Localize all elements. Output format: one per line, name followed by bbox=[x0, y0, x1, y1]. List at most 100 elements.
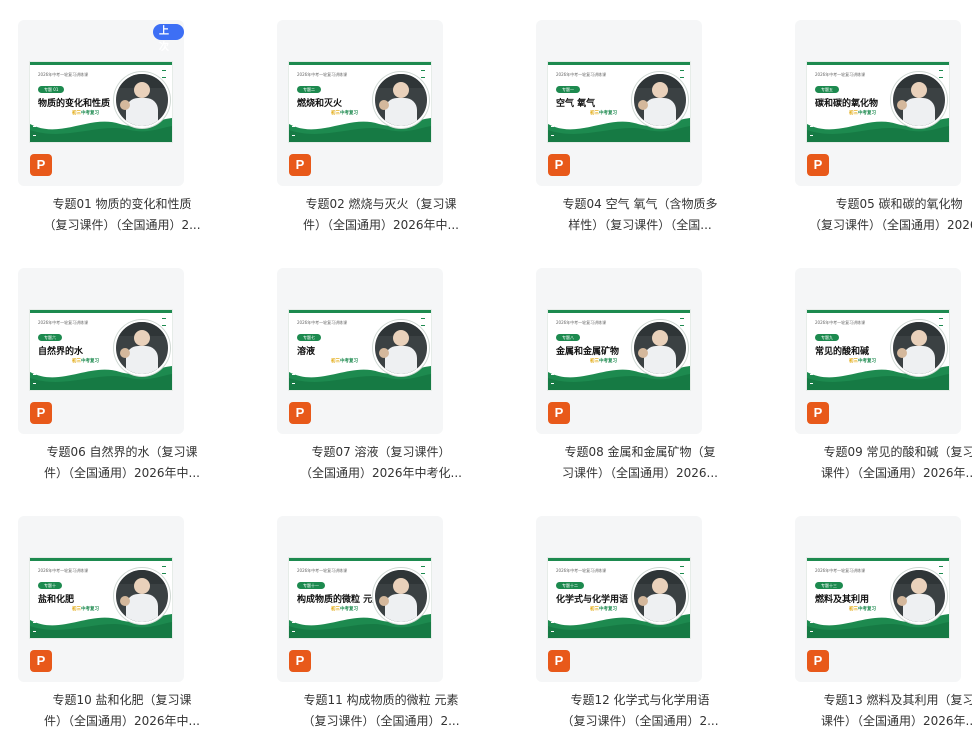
file-grid: 2026年中考一轮复习讲练课 专题 01 物质的变化和性质 初三中考复习 P 上… bbox=[0, 0, 972, 749]
file-thumbnail-card[interactable]: 2026年中考一轮复习讲练课 专题八 金属和金属矿物 初三中考复习 P bbox=[536, 268, 702, 434]
file-thumbnail-card[interactable]: 2026年中考一轮复习讲练课 专题十一 构成物质的微粒 元素 初三中考复习 P bbox=[277, 516, 443, 682]
slide-topic-chip: 专题二 bbox=[297, 86, 321, 93]
slide-photo bbox=[373, 568, 429, 624]
slide-preview: 2026年中考一轮复习讲练课 专题七 溶液 初三中考复习 bbox=[289, 310, 431, 390]
ppt-file-icon: P bbox=[807, 402, 829, 424]
slide-corner-icon bbox=[292, 126, 295, 136]
slide-corner-icon bbox=[33, 374, 36, 384]
file-tile[interactable]: 2026年中考一轮复习讲练课 专题九 常见的酸和碱 初三中考复习 P 专题09 … bbox=[795, 268, 972, 498]
slide-topic-chip: 专题十二 bbox=[556, 582, 584, 589]
file-name-caption[interactable]: 专题12 化学式与化学用语 （复习课件）（全国通用）2... bbox=[536, 690, 744, 732]
slide-corner-icon bbox=[33, 622, 36, 632]
file-thumbnail-card[interactable]: 2026年中考一轮复习讲练课 专题十二 化学式与化学用语 初三中考复习 P bbox=[536, 516, 702, 682]
file-tile[interactable]: 2026年中考一轮复习讲练课 专题八 金属和金属矿物 初三中考复习 P 专题08… bbox=[536, 268, 766, 498]
slide-preview: 2026年中考一轮复习讲练课 专题八 金属和金属矿物 初三中考复习 bbox=[548, 310, 690, 390]
slide-photo bbox=[632, 568, 688, 624]
slide-topline: 2026年中考一轮复习讲练课 bbox=[297, 72, 348, 77]
file-name-caption[interactable]: 专题10 盐和化肥（复习课 件）（全国通用）2026年中... bbox=[18, 690, 226, 732]
slide-topic-chip: 专题五 bbox=[815, 86, 839, 93]
slide-title: 空气 氧气 bbox=[556, 99, 596, 109]
file-thumbnail-card[interactable]: 2026年中考一轮复习讲练课 专题十 盐和化肥 初三中考复习 P bbox=[18, 516, 184, 682]
slide-topic-chip: 专题七 bbox=[297, 334, 321, 341]
slide-preview: 2026年中考一轮复习讲练课 专题十三 燃料及其利用 初三中考复习 bbox=[807, 558, 949, 638]
slide-preview: 2026年中考一轮复习讲练课 专题九 常见的酸和碱 初三中考复习 bbox=[807, 310, 949, 390]
slide-subtitle: 初三中考复习 bbox=[72, 607, 99, 612]
slide-topline: 2026年中考一轮复习讲练课 bbox=[297, 568, 348, 573]
slide-top-bar bbox=[548, 310, 690, 313]
slide-subtitle: 初三中考复习 bbox=[72, 111, 99, 116]
slide-corner-icon bbox=[551, 126, 554, 136]
file-tile[interactable]: 2026年中考一轮复习讲练课 专题十 盐和化肥 初三中考复习 P 专题10 盐和… bbox=[18, 516, 248, 746]
slide-corner-icon bbox=[810, 126, 813, 136]
slide-photo bbox=[373, 320, 429, 376]
slide-photo bbox=[632, 72, 688, 128]
slide-subtitle: 初三中考复习 bbox=[590, 359, 617, 364]
slide-topline: 2026年中考一轮复习讲练课 bbox=[815, 72, 866, 77]
ppt-file-icon: P bbox=[30, 154, 52, 176]
file-name-caption[interactable]: 专题09 常见的酸和碱（复习 课件）（全国通用）2026年... bbox=[795, 442, 972, 484]
slide-title: 金属和金属矿物 bbox=[556, 347, 620, 357]
file-tile[interactable]: 2026年中考一轮复习讲练课 专题一 空气 氧气 初三中考复习 P 专题04 空… bbox=[536, 20, 766, 250]
slide-topic-chip: 专题十 bbox=[38, 582, 62, 589]
file-tile[interactable]: 2026年中考一轮复习讲练课 专题五 碳和碳的氧化物 初三中考复习 P 专题05… bbox=[795, 20, 972, 250]
slide-topline: 2026年中考一轮复习讲练课 bbox=[297, 320, 348, 325]
slide-topic-chip: 专题 01 bbox=[38, 86, 65, 93]
file-tile[interactable]: 2026年中考一轮复习讲练课 专题十三 燃料及其利用 初三中考复习 P 专题13… bbox=[795, 516, 972, 746]
slide-corner-icon bbox=[551, 622, 554, 632]
file-name-caption[interactable]: 专题01 物质的变化和性质 （复习课件）（全国通用）2... bbox=[18, 194, 226, 236]
slide-subtitle: 初三中考复习 bbox=[331, 607, 358, 612]
slide-topline: 2026年中考一轮复习讲练课 bbox=[815, 320, 866, 325]
file-name-caption[interactable]: 专题08 金属和金属矿物（复 习课件）（全国通用）2026... bbox=[536, 442, 744, 484]
slide-preview: 2026年中考一轮复习讲练课 专题十一 构成物质的微粒 元素 初三中考复习 bbox=[289, 558, 431, 638]
slide-top-bar bbox=[807, 310, 949, 313]
slide-photo bbox=[632, 320, 688, 376]
file-tile[interactable]: 2026年中考一轮复习讲练课 专题十一 构成物质的微粒 元素 初三中考复习 P bbox=[277, 516, 507, 746]
file-name-caption[interactable]: 专题02 燃烧与灭火（复习课 件）（全国通用）2026年中... bbox=[277, 194, 485, 236]
slide-preview: 2026年中考一轮复习讲练课 专题二 燃烧和灭火 初三中考复习 bbox=[289, 62, 431, 142]
file-tile[interactable]: 2026年中考一轮复习讲练课 专题七 溶液 初三中考复习 P 专题07 溶液（复… bbox=[277, 268, 507, 498]
slide-subtitle: 初三中考复习 bbox=[849, 111, 876, 116]
slide-title: 自然界的水 bbox=[38, 347, 84, 357]
ppt-file-icon: P bbox=[548, 402, 570, 424]
slide-preview: 2026年中考一轮复习讲练课 专题 01 物质的变化和性质 初三中考复习 bbox=[30, 62, 172, 142]
file-thumbnail-card[interactable]: 2026年中考一轮复习讲练课 专题七 溶液 初三中考复习 P bbox=[277, 268, 443, 434]
slide-corner-icon bbox=[810, 622, 813, 632]
file-name-caption[interactable]: 专题07 溶液（复习课件） （全国通用）2026年中考化... bbox=[277, 442, 485, 484]
slide-corner-icon bbox=[292, 374, 295, 384]
file-thumbnail-card[interactable]: 2026年中考一轮复习讲练课 专题九 常见的酸和碱 初三中考复习 P bbox=[795, 268, 961, 434]
file-thumbnail-card[interactable]: 2026年中考一轮复习讲练课 专题五 碳和碳的氧化物 初三中考复习 P bbox=[795, 20, 961, 186]
file-tile[interactable]: 2026年中考一轮复习讲练课 专题二 燃烧和灭火 初三中考复习 P 专题02 燃… bbox=[277, 20, 507, 250]
slide-preview: 2026年中考一轮复习讲练课 专题六 自然界的水 初三中考复习 bbox=[30, 310, 172, 390]
slide-title: 常见的酸和碱 bbox=[815, 347, 870, 357]
file-name-caption[interactable]: 专题04 空气 氧气（含物质多 样性）（复习课件）（全国... bbox=[536, 194, 744, 236]
file-tile[interactable]: 2026年中考一轮复习讲练课 专题六 自然界的水 初三中考复习 P 专题06 自… bbox=[18, 268, 248, 498]
file-thumbnail-card[interactable]: 2026年中考一轮复习讲练课 专题一 空气 氧气 初三中考复习 P bbox=[536, 20, 702, 186]
file-tile[interactable]: 2026年中考一轮复习讲练课 专题十二 化学式与化学用语 初三中考复习 P 专题… bbox=[536, 516, 766, 746]
ppt-file-icon: P bbox=[30, 650, 52, 672]
slide-top-bar bbox=[807, 558, 949, 561]
slide-preview: 2026年中考一轮复习讲练课 专题十二 化学式与化学用语 初三中考复习 bbox=[548, 558, 690, 638]
file-name-caption[interactable]: 专题05 碳和碳的氧化物 （复习课件）（全国通用）2026... bbox=[795, 194, 972, 236]
file-tile[interactable]: 2026年中考一轮复习讲练课 专题 01 物质的变化和性质 初三中考复习 P 上… bbox=[18, 20, 248, 250]
ppt-file-icon: P bbox=[30, 402, 52, 424]
file-thumbnail-card[interactable]: 2026年中考一轮复习讲练课 专题十三 燃料及其利用 初三中考复习 P bbox=[795, 516, 961, 682]
slide-top-bar bbox=[548, 62, 690, 65]
file-thumbnail-card[interactable]: 2026年中考一轮复习讲练课 专题六 自然界的水 初三中考复习 P bbox=[18, 268, 184, 434]
file-thumbnail-card[interactable]: 2026年中考一轮复习讲练课 专题二 燃烧和灭火 初三中考复习 P bbox=[277, 20, 443, 186]
file-thumbnail-card[interactable]: 2026年中考一轮复习讲练课 专题 01 物质的变化和性质 初三中考复习 P 上… bbox=[18, 20, 184, 186]
file-name-caption[interactable]: 专题13 燃料及其利用（复习 课件）（全国通用）2026年... bbox=[795, 690, 972, 732]
slide-topline: 2026年中考一轮复习讲练课 bbox=[556, 320, 607, 325]
ppt-file-icon: P bbox=[807, 154, 829, 176]
ppt-file-icon: P bbox=[289, 402, 311, 424]
slide-top-bar bbox=[30, 310, 172, 313]
slide-subtitle: 初三中考复习 bbox=[590, 607, 617, 612]
slide-top-bar bbox=[289, 62, 431, 65]
slide-preview: 2026年中考一轮复习讲练课 专题五 碳和碳的氧化物 初三中考复习 bbox=[807, 62, 949, 142]
file-name-caption[interactable]: 专题06 自然界的水（复习课 件）（全国通用）2026年中... bbox=[18, 442, 226, 484]
slide-topline: 2026年中考一轮复习讲练课 bbox=[38, 320, 89, 325]
slide-topline: 2026年中考一轮复习讲练课 bbox=[815, 568, 866, 573]
file-name-caption[interactable]: 专题11 构成物质的微粒 元素 （复习课件）（全国通用）2... bbox=[277, 690, 485, 732]
slide-subtitle: 初三中考复习 bbox=[849, 607, 876, 612]
slide-photo bbox=[114, 320, 170, 376]
ppt-file-icon: P bbox=[807, 650, 829, 672]
